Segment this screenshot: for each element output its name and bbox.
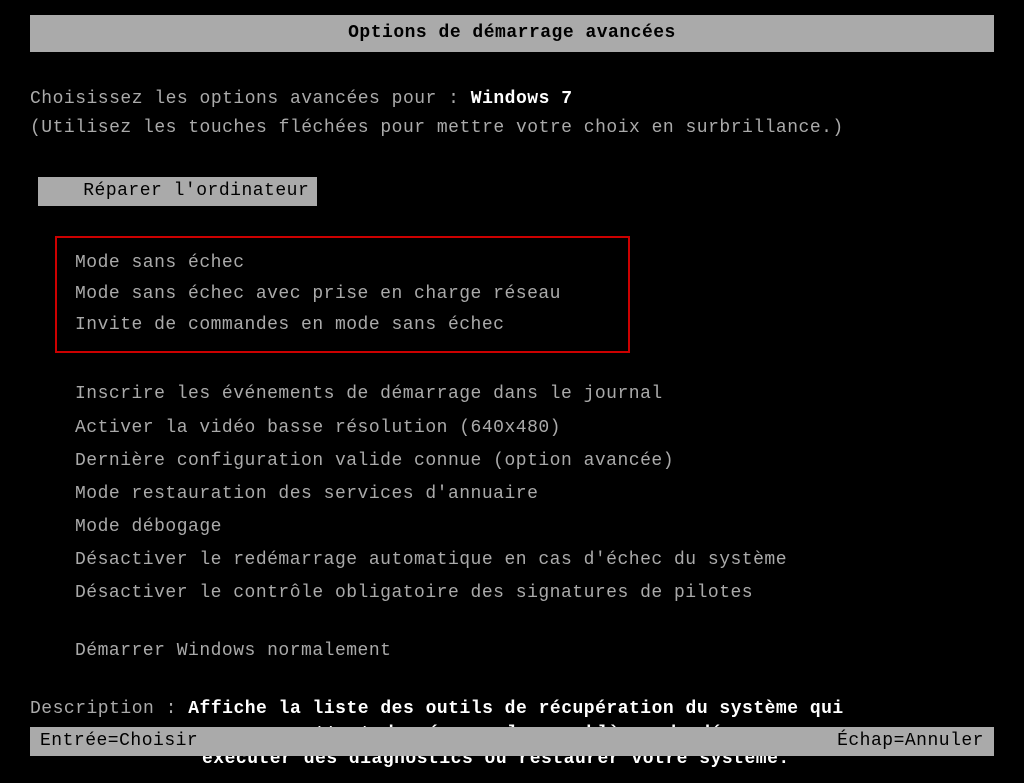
instruction-prefix: Choisissez les options avancées pour : xyxy=(30,89,471,109)
menu-item-start-normally[interactable]: Démarrer Windows normalement xyxy=(75,636,994,667)
footer-escape-hint: Échap=Annuler xyxy=(837,729,984,754)
safe-mode-group: Mode sans échec Mode sans échec avec pri… xyxy=(55,236,630,354)
instruction-text: Choisissez les options avancées pour : W… xyxy=(30,87,994,112)
menu-item-low-res-video[interactable]: Activer la vidéo basse résolution (640x4… xyxy=(75,412,994,445)
hint-text: (Utilisez les touches fléchées pour mett… xyxy=(30,116,994,141)
menu-item-directory-restore[interactable]: Mode restauration des services d'annuair… xyxy=(75,478,994,511)
menu-item-safe-mode[interactable]: Mode sans échec xyxy=(75,248,610,279)
options-group: Inscrire les événements de démarrage dan… xyxy=(75,378,994,610)
menu-item-last-known-good[interactable]: Dernière configuration valide connue (op… xyxy=(75,445,994,478)
menu-item-disable-driver-sig[interactable]: Désactiver le contrôle obligatoire des s… xyxy=(75,577,994,610)
menu-item-debug-mode[interactable]: Mode débogage xyxy=(75,511,994,544)
page-title: Options de démarrage avancées xyxy=(30,15,994,52)
footer-bar: Entrée=Choisir Échap=Annuler xyxy=(30,727,994,756)
footer-enter-hint: Entrée=Choisir xyxy=(40,729,198,754)
menu-item-boot-logging[interactable]: Inscrire les événements de démarrage dan… xyxy=(75,378,994,411)
menu-item-safe-mode-network[interactable]: Mode sans échec avec prise en charge rés… xyxy=(75,279,610,310)
menu-item-safe-mode-command[interactable]: Invite de commandes en mode sans échec xyxy=(75,310,610,341)
description-line: Affiche la liste des outils de récupérat… xyxy=(188,699,844,719)
menu-item-repair-computer[interactable]: Réparer l'ordinateur xyxy=(38,177,317,206)
description-label: Description : xyxy=(30,699,188,719)
os-name: Windows 7 xyxy=(471,89,573,109)
menu-item-disable-auto-restart[interactable]: Désactiver le redémarrage automatique en… xyxy=(75,544,994,577)
